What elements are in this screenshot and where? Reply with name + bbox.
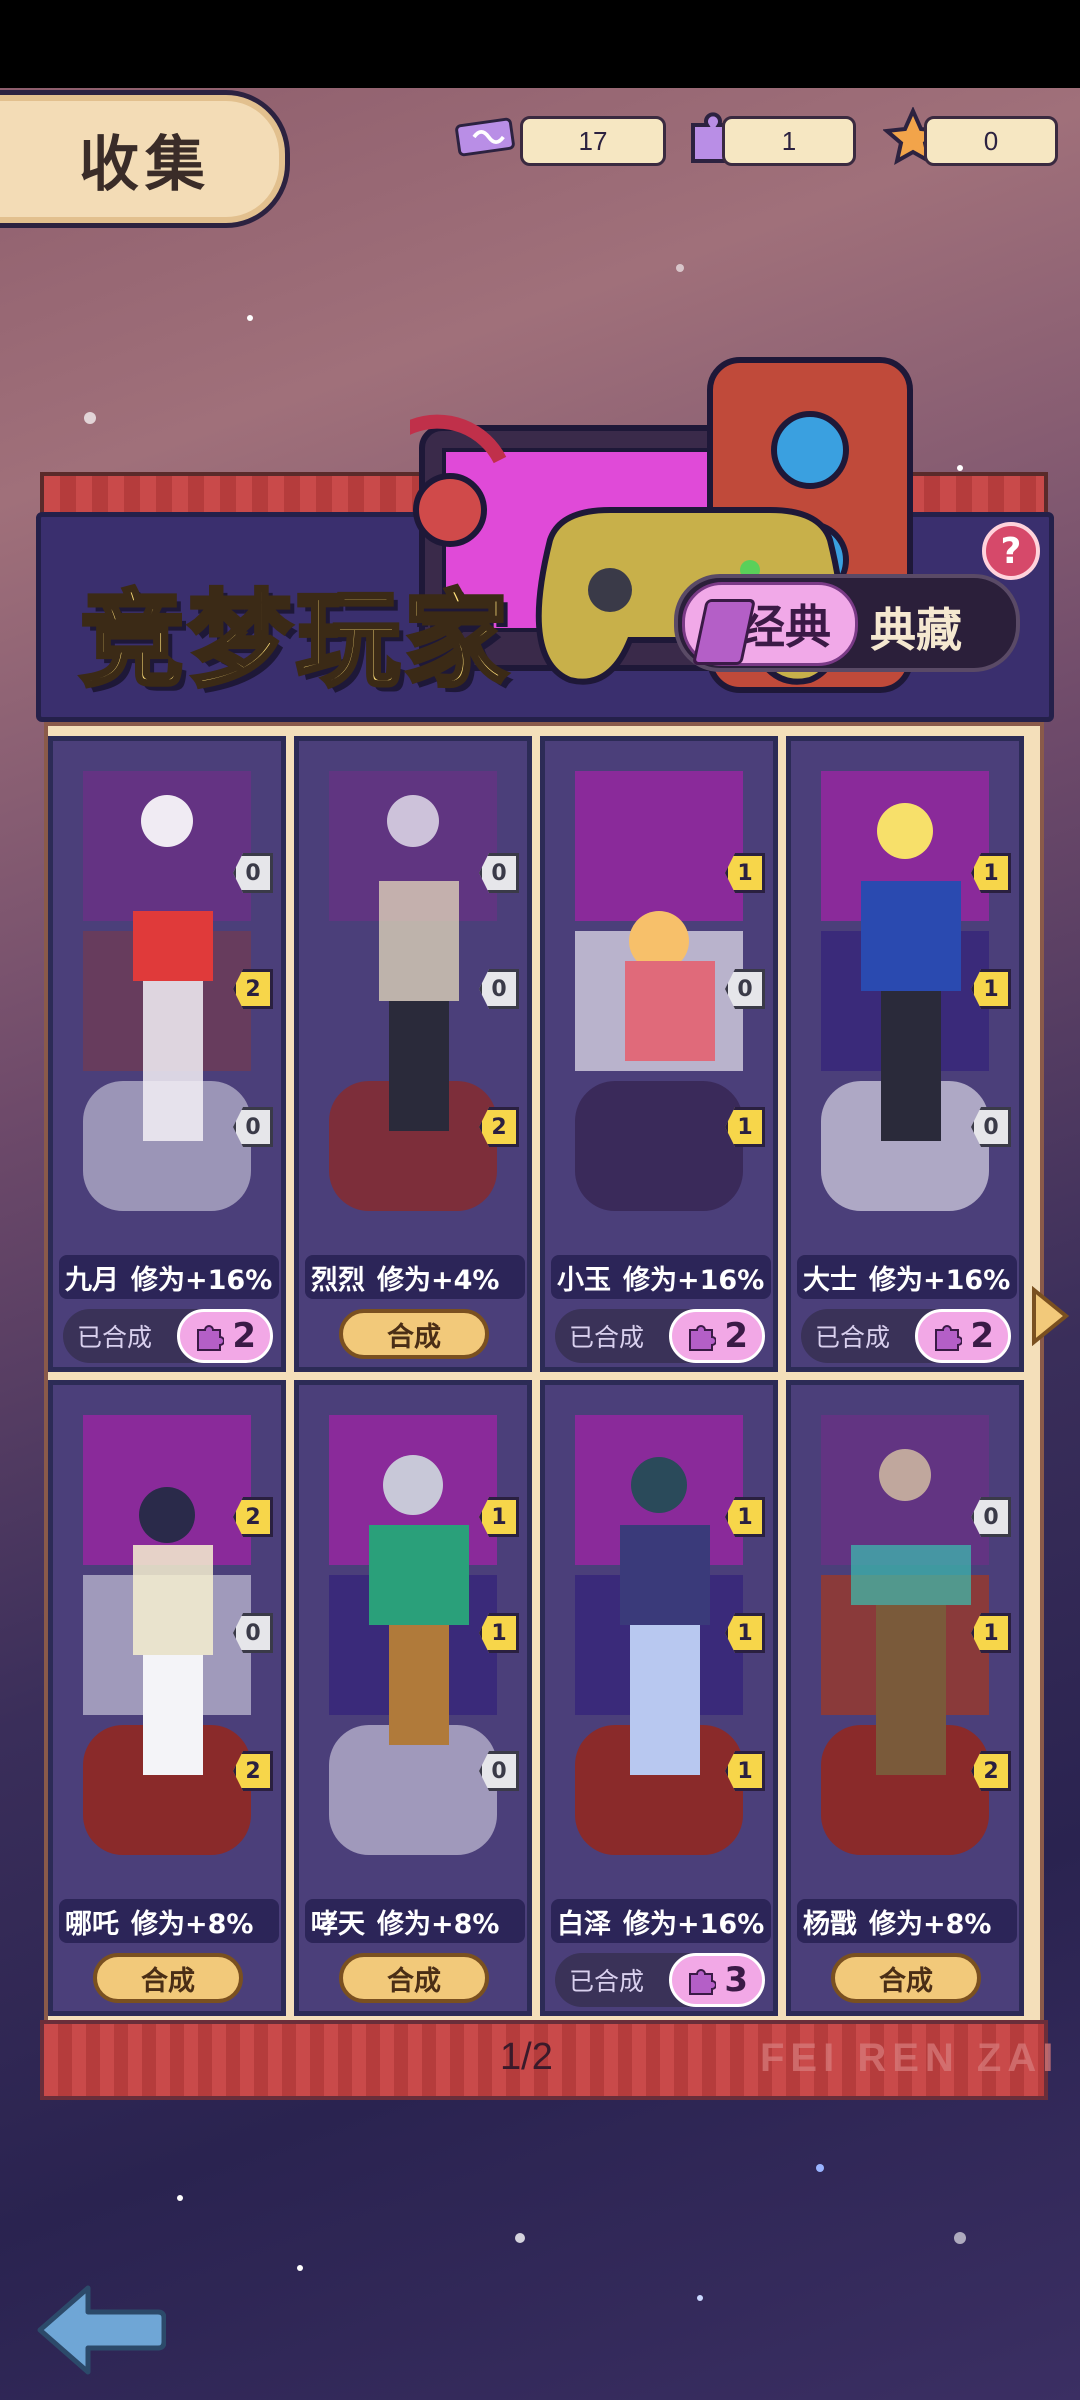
- character-card[interactable]: 1 0 1 小玉 修为+16% 已合成 2: [540, 736, 778, 1372]
- character-name: 白泽: [557, 1908, 611, 1940]
- page-title: 竞梦玩家: [78, 576, 513, 703]
- status-bar: [0, 0, 1080, 88]
- merged-label: 已合成: [569, 1967, 645, 1996]
- merged-status: 已合成 2: [555, 1309, 765, 1363]
- puzzle-piece-icon: [689, 1969, 716, 1995]
- character-portrait: [83, 1415, 251, 1855]
- character-bonus: 修为+16%: [131, 1264, 273, 1296]
- next-page-arrow-icon[interactable]: [1030, 1286, 1070, 1346]
- help-button[interactable]: ?: [982, 522, 1040, 580]
- character-card[interactable]: 0 1 2 杨戬 修为+8% 合成: [786, 1380, 1024, 2016]
- character-card[interactable]: 2 0 2 哪吒 修为+8% 合成: [48, 1380, 286, 2016]
- puzzle-count: 2: [724, 1316, 748, 1356]
- puzzle-counter: 1: [722, 116, 856, 166]
- character-portrait: [821, 1415, 989, 1855]
- character-name: 哮天: [311, 1908, 365, 1940]
- puzzle-count: 3: [724, 1960, 748, 2000]
- character-card[interactable]: 0 0 2 烈烈 修为+4% 合成: [294, 736, 532, 1372]
- character-bonus: 修为+16%: [623, 1908, 765, 1940]
- puzzle-piece-icon: [935, 1325, 962, 1351]
- character-portrait: [329, 771, 497, 1211]
- character-bonus: 修为+8%: [377, 1908, 500, 1940]
- character-bonus: 修为+4%: [377, 1264, 500, 1296]
- character-name: 九月: [65, 1264, 119, 1296]
- character-name: 杨戬: [803, 1908, 857, 1940]
- puzzle-count-pill: 2: [669, 1309, 765, 1363]
- character-grid: 0 2 0 九月 修为+16% 已合成 2 0 0 2 烈烈 修为+4% 合成 1 0…: [48, 736, 1036, 2016]
- toggle-classic[interactable]: 经典: [682, 582, 858, 666]
- brand-watermark: FEI REN ZAI: [760, 2036, 1060, 2080]
- merge-button[interactable]: 合成: [831, 1953, 981, 2003]
- back-arrow-icon[interactable]: [36, 2282, 166, 2378]
- puzzle-count-pill: 3: [669, 1953, 765, 2007]
- character-bonus: 修为+16%: [623, 1264, 765, 1296]
- collect-tab[interactable]: 收集: [0, 90, 290, 228]
- character-name: 小玉: [557, 1264, 611, 1296]
- merged-status: 已合成 3: [555, 1953, 765, 2007]
- merged-label: 已合成: [77, 1323, 153, 1352]
- page-indicator: 1/2: [500, 2036, 553, 2078]
- character-bonus: 修为+8%: [131, 1908, 254, 1940]
- merge-button[interactable]: 合成: [339, 1309, 489, 1359]
- character-card[interactable]: 1 1 0 哮天 修为+8% 合成: [294, 1380, 532, 2016]
- puzzle-piece-icon: [689, 1325, 716, 1351]
- star-piece-counter: 0: [924, 116, 1058, 166]
- character-portrait: [575, 1415, 743, 1855]
- character-name-bar: 九月 修为+16%: [59, 1255, 279, 1299]
- puzzle-piece-icon: [197, 1325, 224, 1351]
- character-name: 大士: [803, 1264, 857, 1296]
- puzzle-count: 2: [232, 1316, 256, 1356]
- merged-label: 已合成: [569, 1323, 645, 1352]
- character-name: 哪吒: [65, 1908, 119, 1940]
- merge-button[interactable]: 合成: [339, 1953, 489, 2003]
- character-bonus: 修为+16%: [869, 1264, 1011, 1296]
- toggle-collection[interactable]: 典藏: [870, 594, 962, 660]
- character-portrait: [575, 771, 743, 1211]
- collection-type-toggle[interactable]: 经典 典藏: [674, 574, 1020, 672]
- character-bonus: 修为+8%: [869, 1908, 992, 1940]
- character-portrait: [821, 771, 989, 1211]
- character-card[interactable]: 1 1 0 大士 修为+16% 已合成 2: [786, 736, 1024, 1372]
- merged-label: 已合成: [815, 1323, 891, 1352]
- character-portrait: [83, 771, 251, 1211]
- character-card[interactable]: 1 1 1 白泽 修为+16% 已合成 3: [540, 1380, 778, 2016]
- character-name-bar: 小玉 修为+16%: [551, 1255, 771, 1299]
- character-name-bar: 白泽 修为+16%: [551, 1899, 771, 1943]
- character-name-bar: 哪吒 修为+8%: [59, 1899, 279, 1943]
- character-card[interactable]: 0 2 0 九月 修为+16% 已合成 2: [48, 736, 286, 1372]
- character-portrait: [329, 1415, 497, 1855]
- character-name: 烈烈: [311, 1264, 365, 1296]
- character-name-bar: 哮天 修为+8%: [305, 1899, 525, 1943]
- merged-status: 已合成 2: [801, 1309, 1011, 1363]
- character-name-bar: 杨戬 修为+8%: [797, 1899, 1017, 1943]
- puzzle-count-pill: 2: [177, 1309, 273, 1363]
- merged-status: 已合成 2: [63, 1309, 273, 1363]
- merge-button[interactable]: 合成: [93, 1953, 243, 2003]
- character-name-bar: 大士 修为+16%: [797, 1255, 1017, 1299]
- puzzle-count: 2: [970, 1316, 994, 1356]
- ticket-icon: [452, 104, 518, 170]
- ticket-counter: 17: [520, 116, 666, 166]
- puzzle-count-pill: 2: [915, 1309, 1011, 1363]
- collect-tab-label: 收集: [79, 129, 211, 200]
- character-name-bar: 烈烈 修为+4%: [305, 1255, 525, 1299]
